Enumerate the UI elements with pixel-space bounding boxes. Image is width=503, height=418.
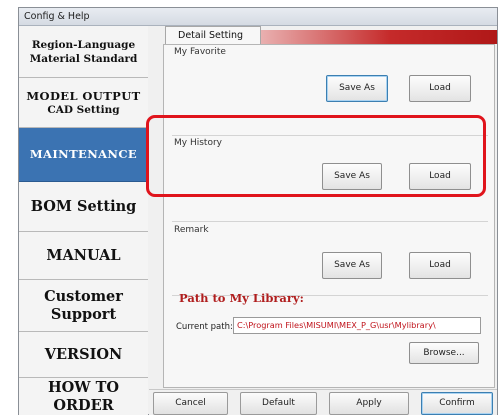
nav-bom-setting[interactable]: BOM Setting — [19, 182, 148, 232]
main-panel: Detail Setting My Favorite Save As Load … — [149, 26, 497, 388]
nav-support-label: Support — [50, 305, 117, 323]
nav-customer-label: Customer — [44, 287, 123, 305]
nav-maintenance[interactable]: MAINTENANCE — [19, 128, 148, 182]
nav-region-language-label: Region-Language — [31, 38, 136, 51]
confirm-button[interactable]: Confirm — [421, 392, 493, 415]
detail-setting-content: My Favorite Save As Load My History Save… — [163, 44, 495, 388]
sidebar: Region-Language Material Standard MODEL … — [19, 26, 148, 415]
remark-divider — [172, 221, 488, 222]
apply-button[interactable]: Apply — [329, 392, 409, 415]
nav-model-output-label: MODEL OUTPUT — [26, 89, 141, 103]
nav-how-to-order[interactable]: HOW TO ORDER — [19, 378, 148, 415]
nav-cad-setting-label: CAD Setting — [47, 104, 120, 116]
nav-material-standard-label: Material Standard — [29, 52, 138, 65]
current-path-label: Current path: — [176, 322, 233, 332]
default-button[interactable]: Default — [240, 392, 317, 415]
nav-model-output[interactable]: MODEL OUTPUT CAD Setting — [19, 78, 148, 128]
remark-load-button[interactable]: Load — [409, 252, 471, 279]
browse-button[interactable]: Browse... — [409, 342, 479, 364]
tab-accent-bar — [261, 30, 497, 44]
tab-detail-setting[interactable]: Detail Setting — [165, 26, 261, 44]
group-label-my-favorite: My Favorite — [174, 47, 226, 57]
nav-region-language[interactable]: Region-Language Material Standard — [19, 26, 148, 78]
my-history-highlight-box — [146, 115, 486, 197]
cancel-button[interactable]: Cancel — [153, 392, 228, 415]
window-title: Config & Help — [19, 8, 497, 26]
nav-manual[interactable]: MANUAL — [19, 232, 148, 280]
footer-button-bar: Cancel Default Apply Confirm — [149, 389, 497, 415]
favorite-load-button[interactable]: Load — [409, 75, 471, 102]
current-path-field[interactable]: C:\Program Files\MISUMI\MEX_P_G\usr\Myli… — [233, 317, 481, 334]
path-to-library-title: Path to My Library: — [179, 291, 304, 305]
group-label-remark: Remark — [174, 225, 209, 235]
favorite-save-as-button[interactable]: Save As — [326, 75, 388, 102]
remark-save-as-button[interactable]: Save As — [322, 252, 382, 279]
nav-customer-support[interactable]: Customer Support — [19, 280, 148, 332]
config-help-window: Config & Help Region-Language Material S… — [18, 7, 498, 415]
nav-version[interactable]: VERSION — [19, 332, 148, 378]
